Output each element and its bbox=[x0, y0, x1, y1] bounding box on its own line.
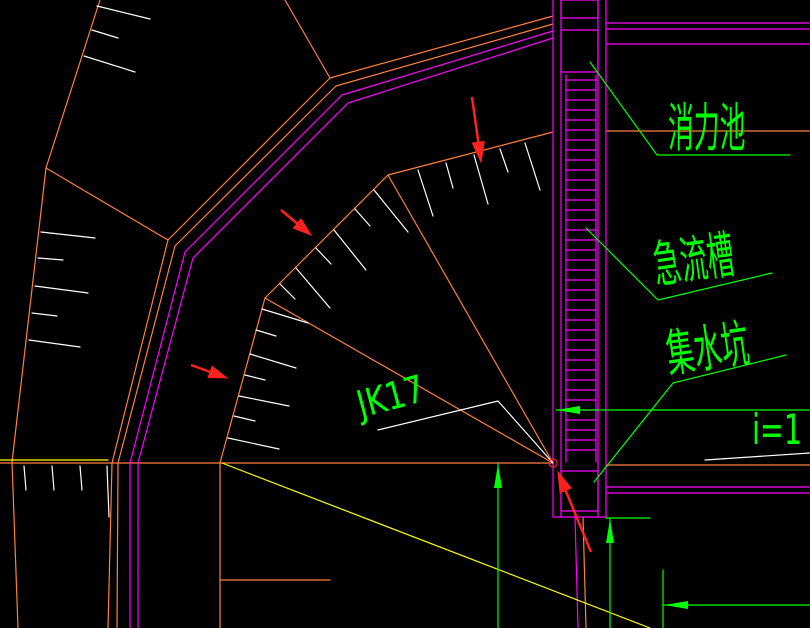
label-slope-ratio: i=1 bbox=[752, 406, 802, 454]
cad-drawing-canvas: 消力池 急流槽 集水坑 JK17 i=1 bbox=[0, 0, 810, 628]
label-stilling-basin: 消力池 bbox=[668, 98, 745, 159]
label-chute: 急流槽 bbox=[649, 225, 738, 296]
label-sump: 集水坑 bbox=[662, 314, 752, 385]
